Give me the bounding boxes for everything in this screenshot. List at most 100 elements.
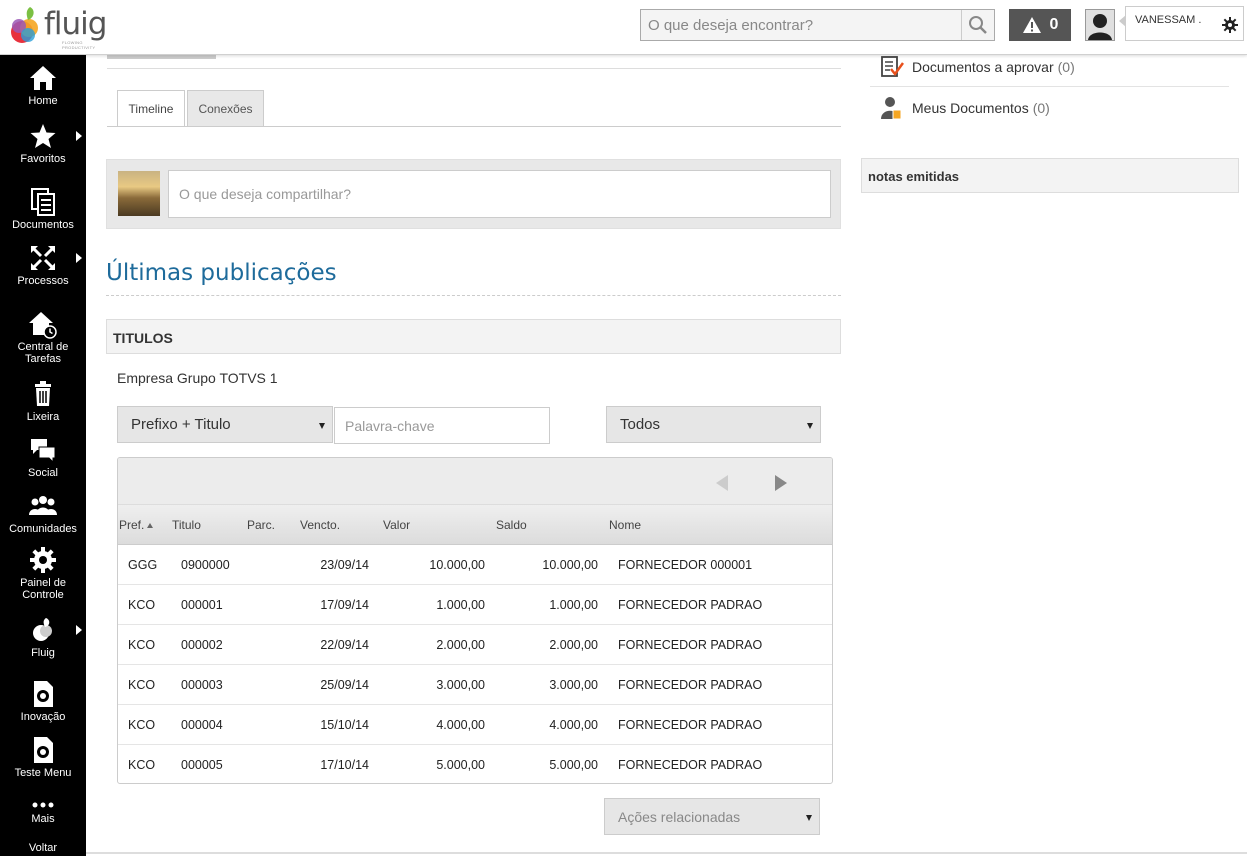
- column-header-parc[interactable]: Parc.: [247, 518, 275, 532]
- cell-valor: 5.000,00: [436, 758, 485, 772]
- sidebar-item-inovacao[interactable]: Inovação: [0, 679, 86, 723]
- documents-to-approve-label: Documentos a aprovar: [912, 59, 1054, 75]
- sort-ascending-icon: [147, 523, 154, 529]
- column-header-vencto[interactable]: Vencto.: [300, 518, 340, 532]
- search-button[interactable]: [961, 10, 994, 40]
- warning-icon: [1022, 17, 1041, 33]
- column-header-valor[interactable]: Valor: [383, 518, 410, 532]
- table-row[interactable]: KCO 000003 25/09/14 3.000,00 3.000,00 FO…: [118, 665, 832, 705]
- filter-field-select[interactable]: Prefixo + Titulo: [117, 406, 333, 443]
- cell-vencto: 17/10/14: [320, 758, 369, 772]
- sidebar-item-social[interactable]: Social: [0, 435, 86, 479]
- task-center-icon: [29, 312, 57, 339]
- titulos-widget-header: TITULOS: [106, 319, 841, 354]
- sidebar-item-voltar[interactable]: Voltar: [0, 840, 86, 854]
- user-document-icon: [881, 97, 902, 120]
- dropdown-caret-icon: [319, 423, 325, 429]
- sidebar-item-documentos[interactable]: Documentos: [0, 187, 86, 231]
- sidebar-item-teste-menu[interactable]: Teste Menu: [0, 735, 86, 779]
- cell-saldo: 1.000,00: [549, 598, 598, 612]
- sidebar: Home Favoritos Documentos Processos Cent…: [0, 55, 86, 856]
- sidebar-item-label: Mais: [31, 813, 55, 825]
- user-menu[interactable]: VANESSAM .: [1119, 6, 1244, 41]
- cell-pref: KCO: [128, 718, 156, 732]
- main-content: Timeline Conexões Últimas publicações TI…: [86, 55, 1247, 856]
- sidebar-item-painel-de-controle[interactable]: Painel de Controle: [0, 545, 86, 601]
- cell-nome: FORNECEDOR PADRAO: [618, 598, 763, 612]
- cell-vencto: 23/09/14: [320, 558, 369, 572]
- tab-timeline[interactable]: Timeline: [117, 90, 185, 127]
- fluig-logo[interactable]: fluig FLOWING PRODUCTIVITY: [8, 4, 107, 50]
- sidebar-item-label: Painel de Controle: [20, 577, 66, 601]
- sidebar-item-label: Home: [28, 95, 58, 107]
- keyword-input[interactable]: [334, 407, 550, 444]
- documents-to-approve-count: (0): [1057, 59, 1075, 75]
- table-header: Pref. Titulo Parc. Vencto. Valor Saldo N…: [118, 505, 832, 545]
- status-filter-select[interactable]: Todos: [606, 406, 821, 443]
- submenu-arrow-icon: [76, 625, 82, 635]
- sidebar-item-processos[interactable]: Processos: [0, 243, 86, 287]
- table-toolbar: [118, 458, 832, 505]
- tab-conexoes[interactable]: Conexões: [187, 90, 264, 127]
- column-header-saldo[interactable]: Saldo: [496, 518, 527, 532]
- user-avatar[interactable]: [1085, 9, 1115, 41]
- alerts-button[interactable]: 0: [1009, 9, 1071, 41]
- alerts-count: 0: [1049, 16, 1059, 33]
- sidebar-item-lixeira[interactable]: Lixeira: [0, 379, 86, 423]
- sidebar-item-label: Favoritos: [20, 153, 66, 165]
- sidebar-item-label: Inovação: [20, 711, 66, 723]
- column-header-titulo[interactable]: Titulo: [172, 518, 201, 532]
- table-row[interactable]: GGG 0900000 23/09/14 10.000,00 10.000,00…: [118, 545, 832, 585]
- star-icon: [30, 124, 56, 148]
- related-actions-select[interactable]: Ações relacionadas: [604, 798, 820, 835]
- scrolled-tab-remnant: [107, 55, 216, 59]
- sidebar-item-comunidades[interactable]: Comunidades: [0, 491, 86, 535]
- submenu-arrow-icon: [76, 253, 82, 263]
- cell-titulo: 000004: [181, 718, 223, 732]
- cell-saldo: 5.000,00: [549, 758, 598, 772]
- sidebar-item-label: Documentos: [12, 219, 74, 231]
- table-row[interactable]: KCO 000004 15/10/14 4.000,00 4.000,00 FO…: [118, 705, 832, 745]
- cell-pref: KCO: [128, 638, 156, 652]
- user-silhouette-icon: [1086, 10, 1114, 40]
- sidebar-item-favoritos[interactable]: Favoritos: [0, 121, 86, 165]
- top-bar: fluig FLOWING PRODUCTIVITY 0 VANESSAM .: [0, 0, 1247, 55]
- sidebar-item-label: Voltar: [28, 842, 58, 854]
- sidebar-item-mais[interactable]: Mais: [0, 795, 86, 825]
- prev-page-icon[interactable]: [716, 475, 728, 491]
- cell-saldo: 4.000,00: [549, 718, 598, 732]
- document-approve-icon: [881, 56, 904, 77]
- sidebar-item-label: Teste Menu: [14, 767, 72, 779]
- sidebar-item-fluig[interactable]: Fluig: [0, 615, 86, 659]
- column-header-pref[interactable]: Pref.: [119, 518, 154, 532]
- table-row[interactable]: KCO 000002 22/09/14 2.000,00 2.000,00 FO…: [118, 625, 832, 665]
- sidebar-item-home[interactable]: Home: [0, 63, 86, 107]
- my-documents-link[interactable]: Meus Documentos (0): [870, 90, 1050, 126]
- cell-titulo: 0900000: [181, 558, 230, 572]
- sidebar-item-label: Comunidades: [9, 523, 77, 535]
- cell-pref: KCO: [128, 678, 156, 692]
- user-photo-thumbnail: [118, 171, 160, 216]
- submenu-arrow-icon: [76, 131, 82, 141]
- cell-pref: GGG: [128, 558, 158, 572]
- next-page-icon[interactable]: [775, 475, 787, 491]
- cell-vencto: 15/10/14: [320, 718, 369, 732]
- processes-icon: [31, 246, 55, 270]
- sidebar-item-central-de-tarefas[interactable]: Central de Tarefas: [0, 309, 86, 365]
- share-input[interactable]: [168, 170, 831, 218]
- sidebar-item-label: Processos: [17, 275, 69, 287]
- home-icon: [30, 66, 56, 90]
- table-row[interactable]: KCO 000005 17/10/14 5.000,00 5.000,00 FO…: [118, 745, 832, 783]
- search-input[interactable]: [641, 10, 961, 40]
- bottom-divider: [86, 852, 1247, 854]
- settings-gear-icon[interactable]: [1222, 17, 1238, 33]
- cell-nome: FORNECEDOR PADRAO: [618, 678, 763, 692]
- sidebar-item-label: Lixeira: [26, 411, 60, 423]
- cell-saldo: 2.000,00: [549, 638, 598, 652]
- cell-valor: 1.000,00: [436, 598, 485, 612]
- column-header-nome[interactable]: Nome: [609, 518, 641, 532]
- logo-text: fluig: [44, 6, 107, 42]
- table-row[interactable]: KCO 000001 17/09/14 1.000,00 1.000,00 FO…: [118, 585, 832, 625]
- share-box: [106, 159, 841, 229]
- cell-saldo: 10.000,00: [542, 558, 598, 572]
